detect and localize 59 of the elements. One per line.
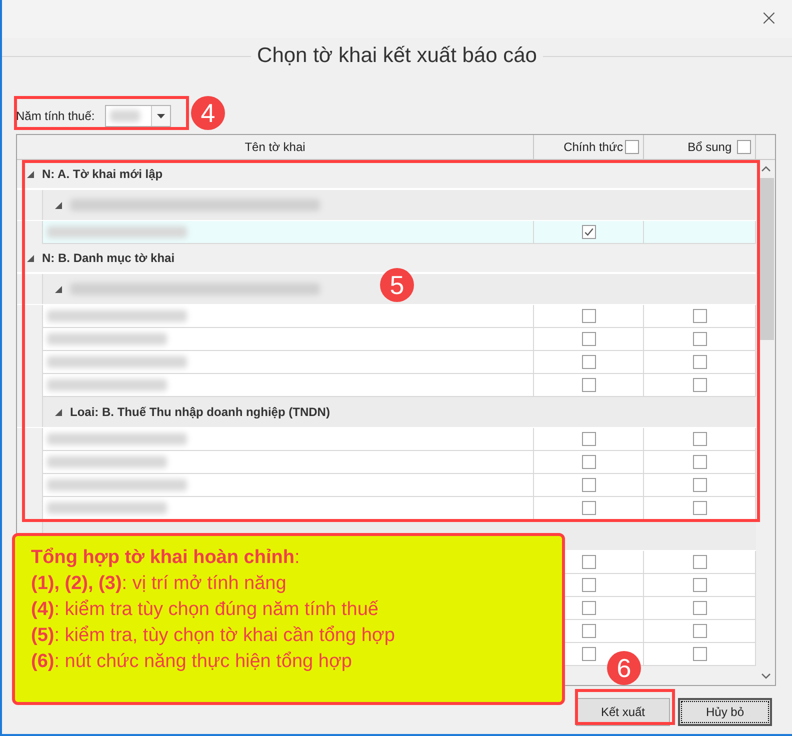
checkbox[interactable] [737,140,751,154]
checkbox[interactable] [692,647,706,661]
close-button[interactable]: × [746,0,792,36]
checkbox[interactable] [582,332,596,346]
note-text: (6): nút chức năng thực hiện tổng hợp [31,650,352,674]
column-header[interactable]: Tên tờ khai [17,135,534,159]
checkbox[interactable] [692,355,706,369]
checkbox[interactable] [692,624,706,638]
checkbox[interactable] [582,647,596,661]
table-row[interactable] [17,305,756,328]
checkbox[interactable] [692,455,706,469]
checkbox[interactable] [692,501,706,515]
checkbox[interactable] [692,555,706,569]
checkbox[interactable] [582,501,596,515]
checkbox[interactable] [692,378,706,392]
scroll-down-icon[interactable] [760,673,770,679]
table-row[interactable] [17,474,756,497]
checkbox[interactable] [582,225,596,239]
table-row[interactable] [17,374,756,397]
checkbox[interactable] [582,455,596,469]
checkbox[interactable] [582,432,596,446]
subgroup-label: Loai: B. Thuế Thu nhập doanh nghiệp (TNDN) [70,405,330,419]
dialog-button[interactable]: Hủy bỏ [678,698,772,726]
subgroup-row[interactable] [43,274,756,304]
checkbox[interactable] [582,555,596,569]
checkbox[interactable] [582,309,596,323]
checkbox[interactable] [692,332,706,346]
checkbox[interactable] [582,478,596,492]
checkbox[interactable] [692,309,706,323]
step-badge: 4 [191,96,225,130]
note-text: (5): kiểm tra, tùy chọn tờ khai cần tổng hợp [31,624,395,648]
table-row[interactable] [17,497,756,520]
note-text: Tổng hợp tờ khai hoàn chỉnh: [31,546,300,570]
checkbox[interactable] [582,601,596,615]
year-label: Năm tính thuế: [16,109,95,123]
checkbox[interactable] [625,140,639,154]
note-text: (1), (2), (3): vị trí mở tính năng [31,572,286,596]
table-row[interactable] [17,428,756,451]
scroll-up-icon[interactable] [760,166,770,172]
column-header[interactable]: Bổ sung [644,135,756,159]
table-row[interactable] [17,351,756,374]
checkbox[interactable] [582,378,596,392]
checkbox[interactable] [582,624,596,638]
column-header[interactable]: Chính thức [534,135,644,159]
checkbox[interactable] [692,578,706,592]
group-label: N: A. Tờ khai mới lập [42,167,163,181]
table-row[interactable] [17,451,756,474]
note-text: (4): kiểm tra tùy chọn đúng năm tính thuế [31,598,378,622]
checkbox[interactable] [692,432,706,446]
checkbox[interactable] [582,355,596,369]
caret-icon [156,114,165,118]
year-dropdown[interactable] [104,105,171,127]
checkbox[interactable] [692,478,706,492]
checkbox[interactable] [692,601,706,615]
group-label: N: B. Danh mục tờ khai [42,251,175,265]
dialog-title: Chọn tờ khai kết xuất báo cáo [257,44,537,68]
checkbox[interactable] [582,578,596,592]
subgroup-row[interactable]: Loai: B. Thuế Thu nhập doanh nghiệp (TNDN) [43,397,756,427]
table-row[interactable] [17,328,756,351]
